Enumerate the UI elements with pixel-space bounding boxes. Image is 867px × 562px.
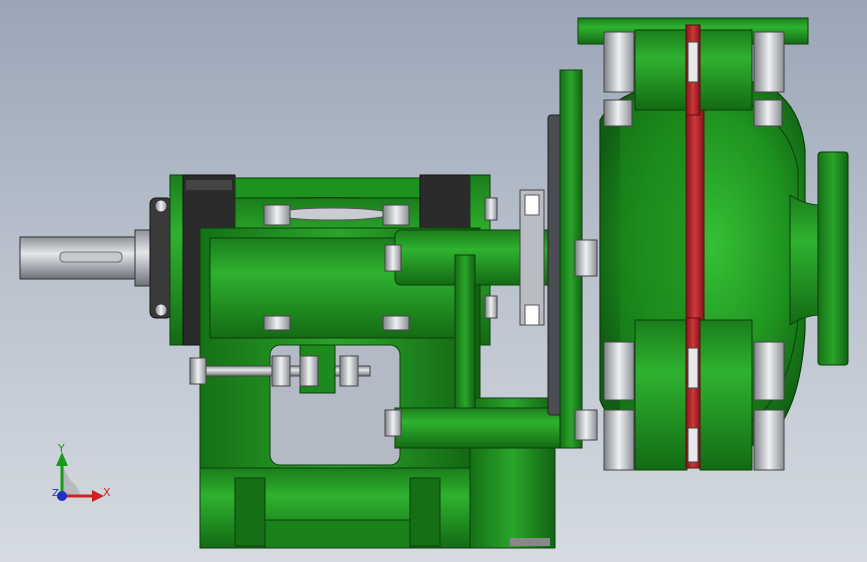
gland-bracket[interactable]	[519, 114, 563, 416]
drive-shaft[interactable]	[19, 229, 156, 287]
y-axis-label: Y	[58, 442, 65, 455]
z-axis-label: Z	[52, 488, 59, 499]
coordinate-triad	[56, 452, 104, 502]
shaft-keyway	[59, 251, 123, 263]
frame-plate[interactable]	[559, 69, 598, 449]
pump-assembly-model[interactable]	[0, 0, 867, 562]
x-axis-label: X	[103, 486, 111, 499]
cad-viewport[interactable]: Y X Z	[0, 0, 867, 562]
